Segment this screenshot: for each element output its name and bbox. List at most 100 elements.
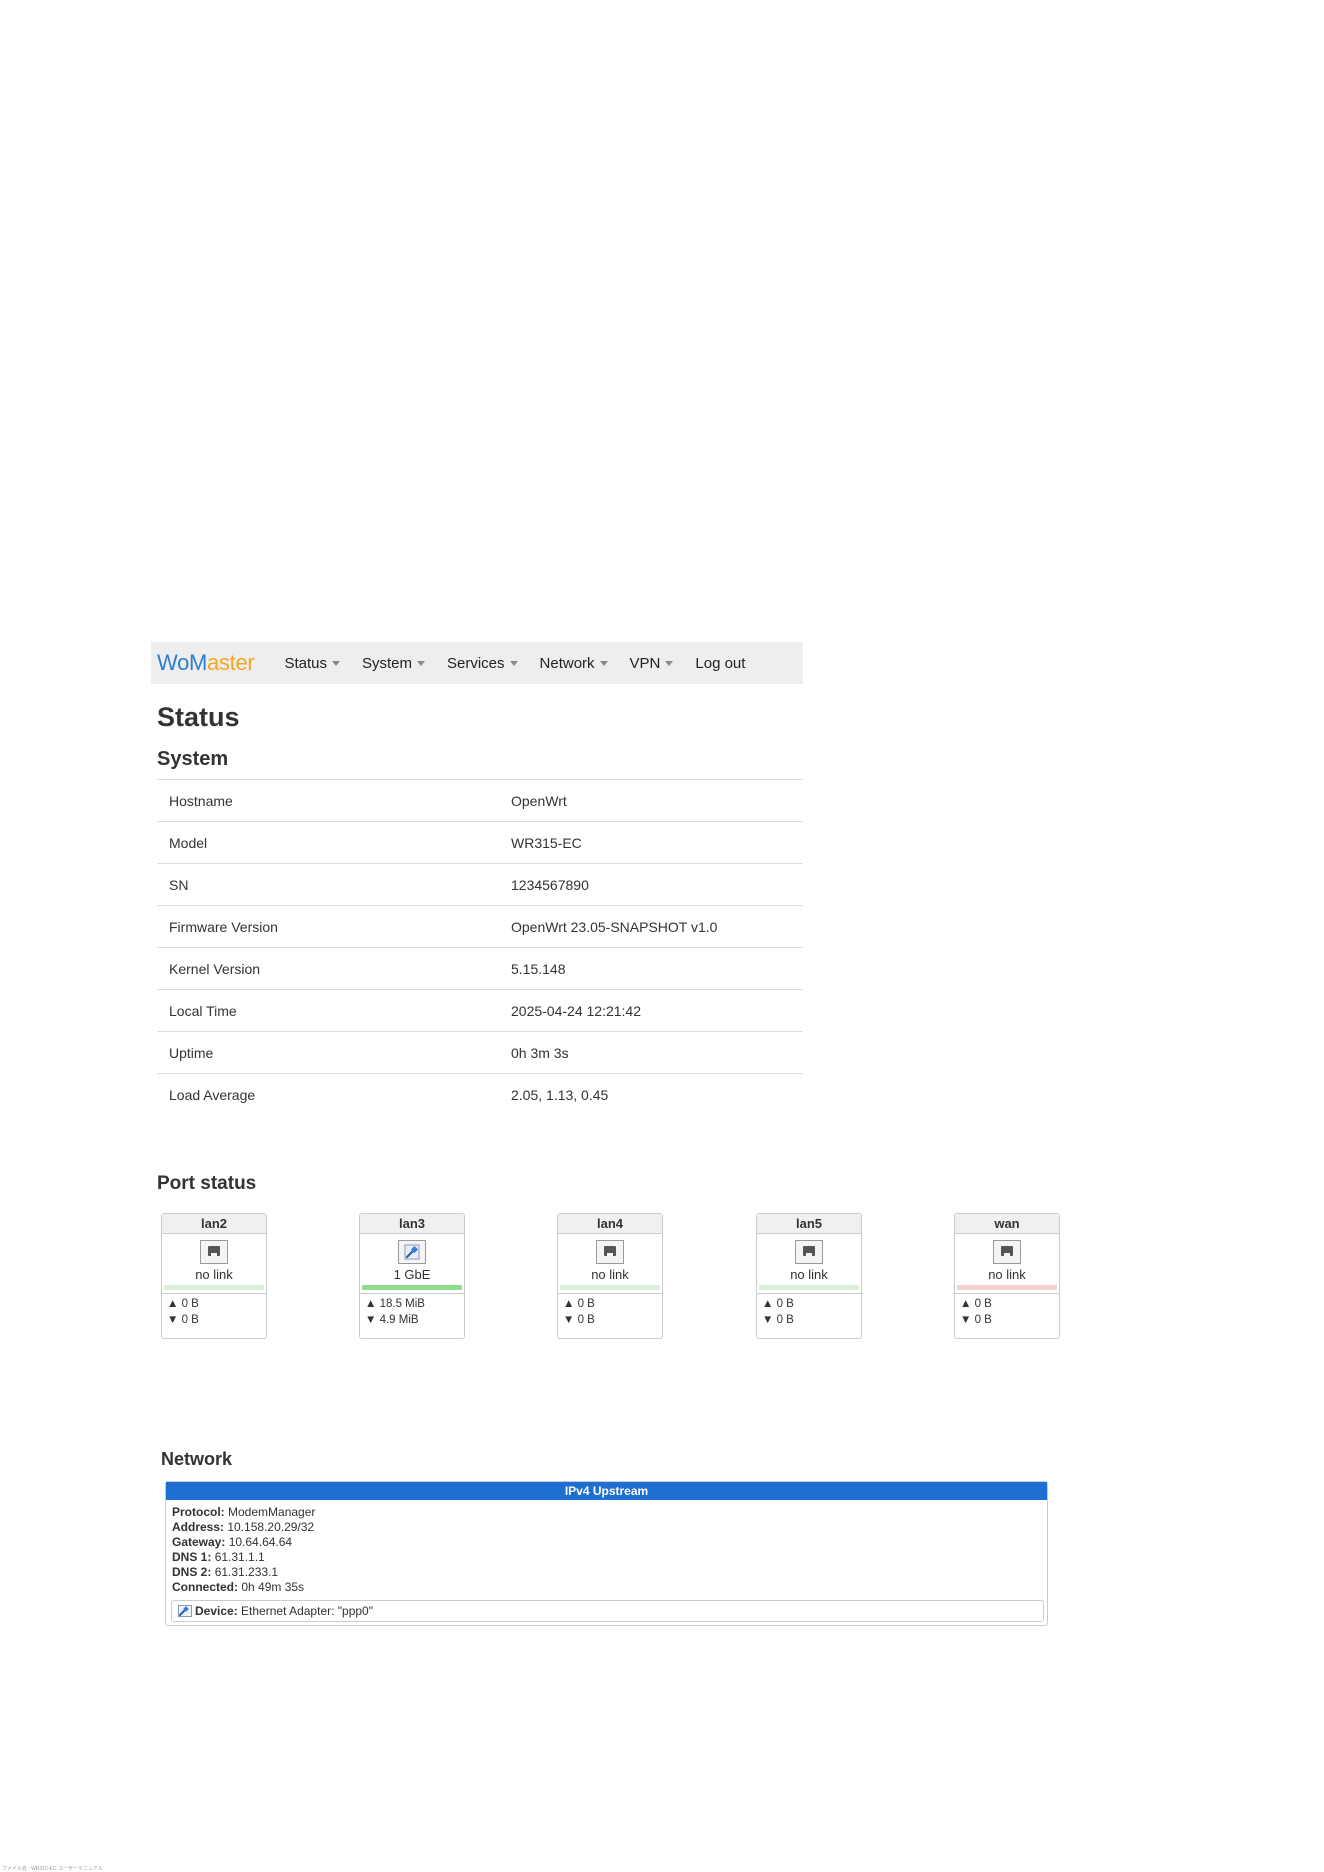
- menu-vpn-label: VPN: [629, 654, 661, 672]
- row-key: SN: [169, 876, 189, 893]
- port-traffic: ▲ 0 B ▼ 0 B: [558, 1293, 662, 1330]
- address-line: Address: 10.158.20.29/32: [172, 1520, 1041, 1535]
- row-key: Local Time: [169, 1002, 237, 1019]
- menu-vpn[interactable]: VPN: [630, 655, 674, 672]
- row-value: OpenWrt 23.05-SNAPSHOT v1.0: [511, 918, 718, 935]
- port-name: lan4: [558, 1214, 662, 1234]
- system-info-table: Hostname OpenWrt Model WR315-EC SN 12345…: [157, 779, 803, 1115]
- tx-bytes: ▲ 0 B: [960, 1298, 992, 1310]
- port-speed: no link: [195, 1267, 233, 1282]
- brand-logo-part1: WoM: [157, 650, 208, 675]
- field-value: 10.158.20.29/32: [227, 1520, 315, 1534]
- row-key: Uptime: [169, 1044, 214, 1061]
- tx-bytes: ▲ 18.5 MiB: [365, 1298, 425, 1310]
- dns1-line: DNS 1: 61.31.1.1: [172, 1550, 1041, 1565]
- ethernet-plug-icon: [404, 1244, 420, 1260]
- table-row: Local Time 2025-04-24 12:21:42: [157, 990, 803, 1032]
- field-label: Connected:: [172, 1580, 238, 1594]
- table-row: Kernel Version 5.15.148: [157, 948, 803, 990]
- network-heading: Network: [161, 1449, 233, 1469]
- ethernet-port-icon: [993, 1240, 1021, 1264]
- field-label: Gateway:: [172, 1535, 226, 1549]
- row-key: Load Average: [169, 1086, 256, 1103]
- tx-bytes: ▲ 0 B: [762, 1298, 794, 1310]
- upstream-details: Protocol: ModemManager Address: 10.158.2…: [166, 1500, 1047, 1595]
- menu-network-label: Network: [539, 654, 595, 672]
- ethernet-port-icon: [795, 1240, 823, 1264]
- footer-text: ファイル名 : WR315-EC ユーザーマニュアル: [2, 1866, 103, 1872]
- menu-system[interactable]: System: [362, 655, 425, 672]
- field-label: Address:: [172, 1520, 225, 1534]
- port-name: lan2: [162, 1214, 266, 1234]
- ethernet-adapter-icon: [178, 1605, 192, 1617]
- ethernet-port-icon: [200, 1240, 228, 1264]
- menu-logout[interactable]: Log out: [695, 655, 745, 672]
- main-menu: Status System Services Network VPN Log o…: [284, 655, 767, 672]
- port-status-grid: lan2 no link ▲ 0 B ▼ 0 B lan3 1 GbE ▲ 18…: [161, 1213, 1061, 1339]
- row-key: Model: [169, 834, 208, 851]
- device-row: Device: Ethernet Adapter: "ppp0": [171, 1600, 1044, 1622]
- port-card-lan2: lan2 no link ▲ 0 B ▼ 0 B: [161, 1213, 267, 1339]
- table-row: Firmware Version OpenWrt 23.05-SNAPSHOT …: [157, 906, 803, 948]
- rx-bytes: ▼ 0 B: [960, 1314, 992, 1326]
- menu-status-label: Status: [284, 654, 327, 672]
- brand-logo[interactable]: WoMaster: [157, 650, 255, 676]
- link-status-bar: [560, 1285, 660, 1290]
- menu-system-label: System: [361, 654, 412, 672]
- gateway-line: Gateway: 10.64.64.64: [172, 1535, 1041, 1550]
- chevron-down-icon: [665, 661, 674, 667]
- port-card-wan: wan no link ▲ 0 B ▼ 0 B: [954, 1213, 1060, 1339]
- menu-status[interactable]: Status: [284, 655, 340, 672]
- page-title: Status: [157, 702, 240, 732]
- link-status-bar: [164, 1285, 264, 1290]
- protocol-line: Protocol: ModemManager: [172, 1505, 1041, 1520]
- row-key: Kernel Version: [169, 960, 261, 977]
- brand-logo-part2: aster: [207, 650, 255, 675]
- port-traffic: ▲ 18.5 MiB ▼ 4.9 MiB: [360, 1293, 464, 1330]
- field-value: ModemManager: [228, 1505, 316, 1519]
- row-value: 0h 3m 3s: [511, 1044, 569, 1061]
- menu-logout-label: Log out: [695, 654, 746, 672]
- port-name: lan5: [757, 1214, 861, 1234]
- tx-bytes: ▲ 0 B: [167, 1298, 199, 1310]
- link-status-bar: [362, 1285, 462, 1290]
- ethernet-connected-icon: [398, 1240, 426, 1264]
- row-value: WR315-EC: [511, 834, 582, 851]
- port-name: lan3: [360, 1214, 464, 1234]
- dns2-line: DNS 2: 61.31.233.1: [172, 1565, 1041, 1580]
- row-key: Firmware Version: [169, 918, 278, 935]
- row-value: 1234567890: [511, 876, 589, 893]
- port-traffic: ▲ 0 B ▼ 0 B: [757, 1293, 861, 1330]
- field-value: 61.31.233.1: [214, 1565, 279, 1579]
- row-value: 5.15.148: [511, 960, 566, 977]
- chevron-down-icon: [509, 661, 518, 667]
- port-speed: no link: [591, 1267, 629, 1282]
- rx-bytes: ▼ 0 B: [563, 1314, 595, 1326]
- chevron-down-icon: [417, 661, 425, 667]
- port-traffic: ▲ 0 B ▼ 0 B: [162, 1293, 266, 1330]
- field-label: Protocol:: [172, 1505, 225, 1519]
- field-label: DNS 1:: [172, 1550, 212, 1564]
- port-card-lan3: lan3 1 GbE ▲ 18.5 MiB ▼ 4.9 MiB: [359, 1213, 465, 1339]
- menu-network[interactable]: Network: [540, 655, 608, 672]
- tx-bytes: ▲ 0 B: [563, 1298, 595, 1310]
- row-key: Hostname: [169, 792, 233, 809]
- rx-bytes: ▼ 0 B: [762, 1314, 794, 1326]
- connected-line: Connected: 0h 49m 35s: [172, 1580, 1041, 1595]
- link-status-bar: [957, 1285, 1057, 1290]
- chevron-down-icon: [331, 661, 340, 667]
- rx-bytes: ▼ 4.9 MiB: [365, 1314, 419, 1326]
- port-speed: no link: [988, 1267, 1026, 1282]
- device-value: Ethernet Adapter: "ppp0": [241, 1604, 373, 1618]
- port-status-heading: Port status: [157, 1173, 257, 1194]
- menu-services[interactable]: Services: [447, 655, 518, 672]
- row-value: 2.05, 1.13, 0.45: [511, 1086, 609, 1103]
- port-name: wan: [955, 1214, 1059, 1234]
- field-value: 61.31.1.1: [214, 1550, 265, 1564]
- table-row: SN 1234567890: [157, 864, 803, 906]
- field-value: 0h 49m 35s: [241, 1580, 305, 1594]
- ethernet-port-icon: [596, 1240, 624, 1264]
- system-heading: System: [157, 748, 229, 770]
- row-value: OpenWrt: [511, 792, 567, 809]
- ipv4-upstream-panel: IPv4 Upstream Protocol: ModemManager Add…: [165, 1481, 1048, 1626]
